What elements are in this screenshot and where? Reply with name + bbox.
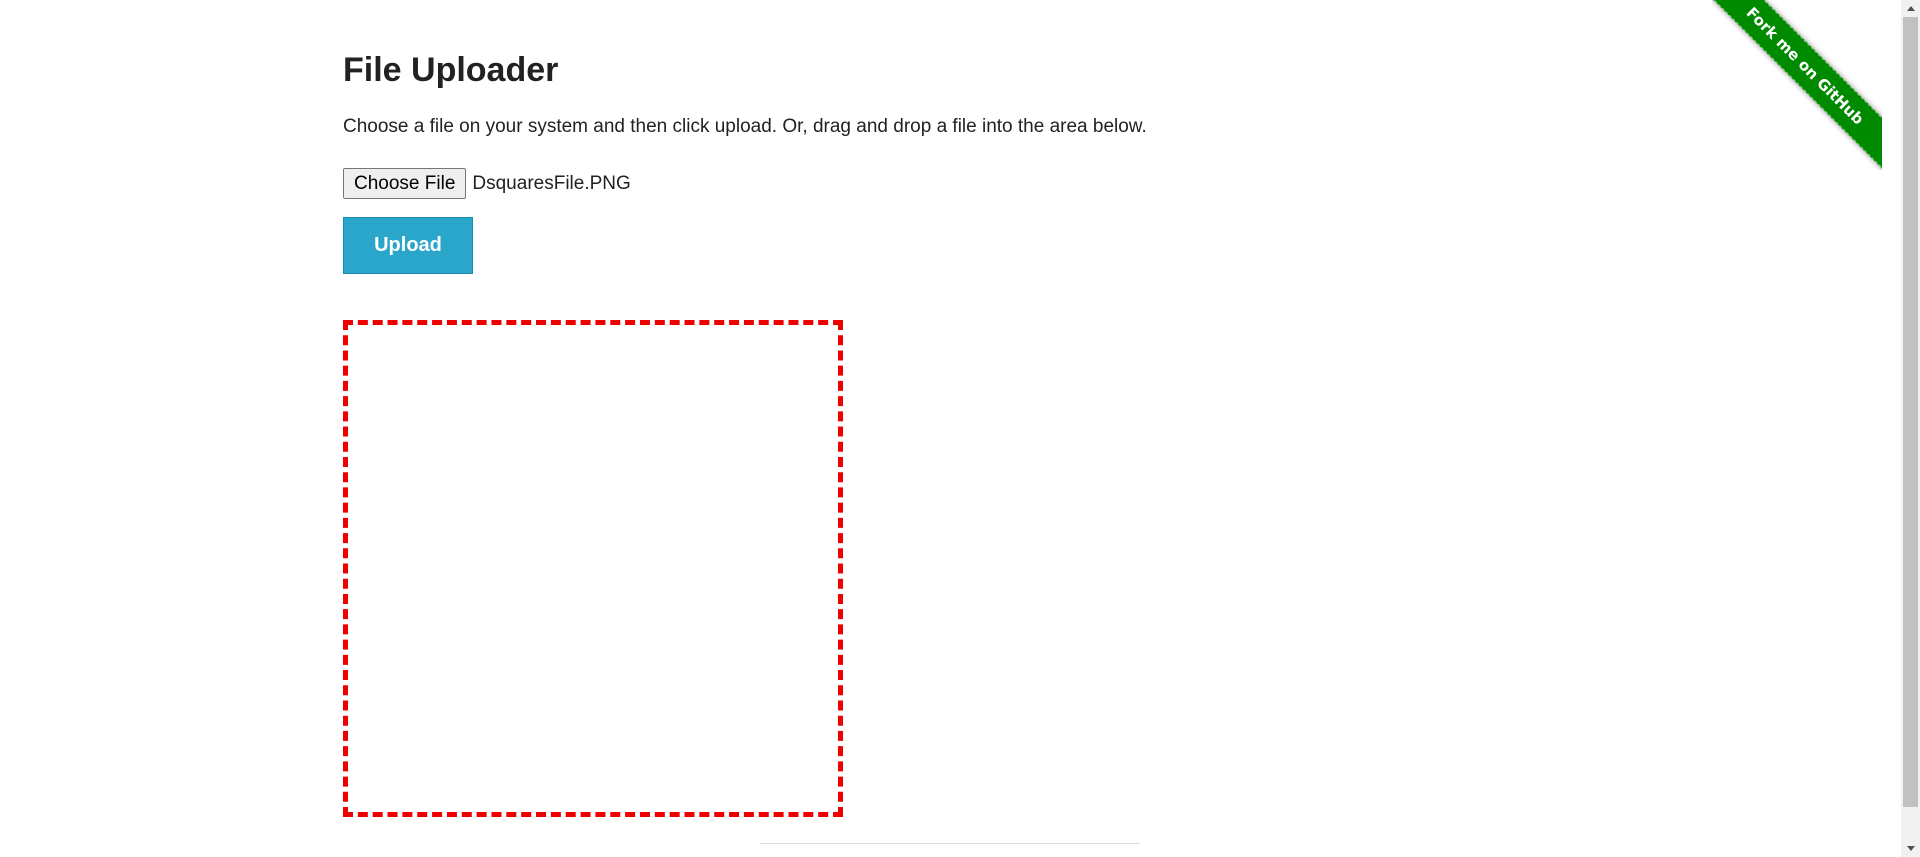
- github-ribbon-container: Fork me on GitHub: [1712, 0, 1882, 170]
- selected-file-name: DsquaresFile.PNG: [472, 172, 631, 194]
- drag-drop-upload-area[interactable]: [343, 320, 843, 817]
- scroll-up-arrow-icon[interactable]: [1901, 0, 1920, 17]
- fork-me-on-github-ribbon[interactable]: Fork me on GitHub: [1712, 0, 1882, 170]
- page-title: File Uploader: [343, 51, 559, 89]
- scrollbar-thumb[interactable]: [1903, 17, 1918, 807]
- file-input[interactable]: Choose File DsquaresFile.PNG: [343, 168, 631, 199]
- main-content: File Uploader Choose a file on your syst…: [343, 50, 1147, 274]
- choose-file-button[interactable]: Choose File: [343, 168, 467, 199]
- scroll-down-arrow-icon[interactable]: [1901, 840, 1920, 857]
- page: File Uploader Choose a file on your syst…: [0, 0, 1901, 857]
- footer-divider: [760, 843, 1140, 844]
- page-description: Choose a file on your system and then cl…: [343, 116, 1147, 137]
- upload-button[interactable]: Upload: [343, 217, 473, 274]
- vertical-scrollbar[interactable]: [1901, 0, 1920, 857]
